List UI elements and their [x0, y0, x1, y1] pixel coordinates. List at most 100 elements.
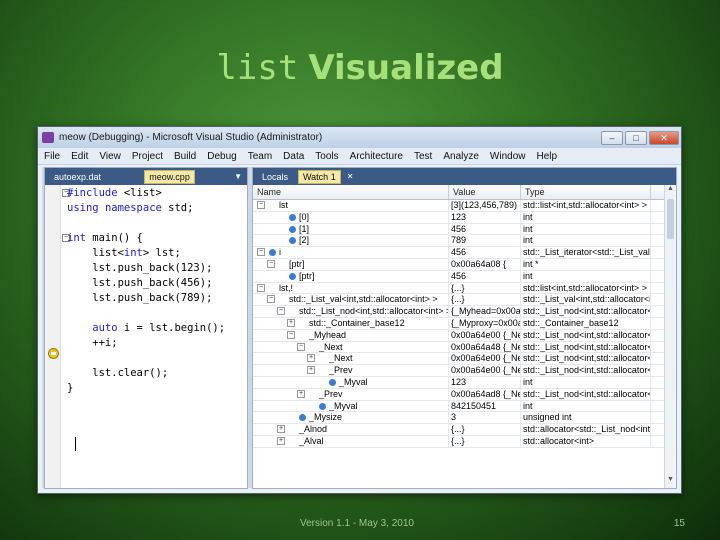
watch-name-text: _Prev [329, 365, 353, 376]
tab-autoexp[interactable]: autoexp.dat [50, 171, 105, 183]
watch-row[interactable]: _Myval 123 int [253, 376, 664, 389]
watch-cell-value[interactable]: {...} [449, 282, 521, 294]
menu-architecture[interactable]: Architecture [350, 151, 403, 162]
collapse-icon[interactable]: − [257, 201, 265, 209]
tab-meow-cpp[interactable]: meow.cpp [144, 169, 195, 184]
column-type-header[interactable]: Type [521, 185, 651, 199]
watch-row[interactable]: − std::_List_val<int,std::allocator<int> … [253, 294, 664, 307]
watch-cell-value[interactable]: [3](123,456,789) [449, 200, 521, 211]
watch-row[interactable]: + _Prev 0x00a64ad8 {_Ne std::_List_nod<int,… [253, 388, 664, 401]
watch-tab-bar: Locals Watch 1 ✕ [253, 168, 676, 185]
tab-dropdown-icon[interactable]: ▼ [234, 172, 242, 181]
menu-help[interactable]: Help [537, 151, 558, 162]
watch-row[interactable]: [1] 456 int [253, 223, 664, 236]
expand-icon[interactable]: + [307, 366, 315, 375]
watch-cell-name: _Myval [253, 400, 449, 412]
watch-row[interactable]: _Mysize 3 unsigned int [253, 412, 664, 425]
watch-row[interactable]: [2] 789 int [253, 235, 664, 248]
watch-cell-value[interactable]: 456 [449, 247, 521, 258]
watch-row[interactable]: [0] 123 int [253, 211, 664, 224]
watch-cell-type: int [521, 376, 651, 388]
menu-window[interactable]: Window [490, 151, 526, 162]
watch-cell-value[interactable]: 0x00a64e00 {_Ne [449, 353, 521, 365]
menu-build[interactable]: Build [174, 151, 196, 162]
watch-row[interactable]: − std::_List_nod<int,std::allocator<int> … [253, 306, 664, 318]
menu-team[interactable]: Team [248, 151, 272, 162]
code-line: } [67, 382, 74, 394]
watch-cell-value[interactable]: 456 [449, 223, 521, 235]
collapse-icon[interactable]: − [287, 330, 295, 339]
watch-cell-value[interactable]: 123 [449, 376, 521, 388]
watch-row[interactable]: − _Next 0x00a64a48 {_Ne std::_List_nod<int,… [253, 341, 664, 354]
menu-debug[interactable]: Debug [207, 151, 236, 162]
expand-icon[interactable]: + [307, 354, 315, 363]
minimize-button[interactable]: – [601, 130, 623, 145]
maximize-button[interactable]: □ [625, 130, 647, 145]
watch-row[interactable]: − i 456 std::_List_iterator<std::_List_val<… [253, 247, 664, 259]
menu-test[interactable]: Test [414, 151, 432, 162]
watch-row[interactable]: − lst,! {...} std::list<int,std::allocator<… [253, 282, 664, 295]
watch-cell-type: std::_List_nod<int,std::allocator<in [523, 388, 651, 400]
collapse-icon[interactable]: − [257, 248, 265, 257]
watch-cell-value[interactable]: {...} [449, 435, 521, 447]
collapse-icon[interactable]: − [257, 283, 265, 292]
watch-cell-value[interactable]: 456 [449, 270, 521, 282]
expand-icon[interactable]: + [277, 436, 285, 445]
watch-row[interactable]: + _Alval {...} std::allocator<int> [253, 435, 664, 448]
watch-scrollbar[interactable]: ▲ ▼ [664, 185, 676, 488]
watch-row[interactable]: + _Alnod {...} std::allocator<std::_List_no… [253, 424, 664, 436]
watch-cell-value[interactable]: {...} [449, 424, 521, 435]
watch-cell-value[interactable]: 0x00a64a08 { [449, 258, 521, 270]
variable-icon [289, 213, 296, 221]
watch-row[interactable]: + std::_Container_base12 {_Myproxy=0x00a6 s… [253, 317, 664, 330]
column-value-header[interactable]: Value [449, 185, 521, 199]
watch-row[interactable]: _Myval 842150451 int [253, 400, 664, 413]
collapse-icon[interactable]: − [297, 342, 305, 351]
watch-cell-value[interactable]: {_Myhead=0x00a6 [449, 306, 521, 317]
watch-cell-value[interactable]: {_Myproxy=0x00a6 [449, 317, 521, 329]
collapse-icon[interactable]: − [267, 259, 275, 268]
tab-watch-1[interactable]: Watch 1 [298, 169, 341, 184]
menu-data[interactable]: Data [283, 151, 304, 162]
menu-edit[interactable]: Edit [71, 151, 88, 162]
watch-row[interactable]: − lst [3](123,456,789) std::list<int,std::a… [253, 200, 664, 212]
collapse-icon[interactable]: − [267, 295, 275, 304]
code-editor: autoexp.dat meow.cpp ▼ − − #include <lis… [44, 167, 248, 489]
menu-tools[interactable]: Tools [315, 151, 338, 162]
scroll-up-icon[interactable]: ▲ [665, 185, 676, 197]
menu-view[interactable]: View [99, 151, 121, 162]
watch-row[interactable]: + _Next 0x00a64e00 {_Ne std::_List_nod<int,… [253, 353, 664, 366]
watch-cell-name: + _Next [253, 353, 449, 365]
menu-analyze[interactable]: Analyze [443, 151, 479, 162]
watch-name-text: i [279, 247, 281, 258]
collapse-icon[interactable]: − [277, 307, 285, 316]
menu-file[interactable]: File [44, 151, 60, 162]
menu-project[interactable]: Project [132, 151, 163, 162]
code-line: using namespace std; [67, 202, 194, 214]
code-text[interactable]: #include <list> using namespace std; int… [67, 187, 225, 397]
scroll-down-icon[interactable]: ▼ [665, 476, 676, 488]
expand-icon[interactable]: + [297, 389, 305, 398]
watch-cell-value[interactable]: 0x00a64a48 {_Ne [449, 341, 521, 353]
watch-row[interactable]: + _Prev 0x00a64e00 {_Ne std::_List_nod<int,… [253, 365, 664, 377]
watch-name-text: [ptr] [299, 270, 315, 281]
watch-row[interactable]: [ptr] 456 int [253, 270, 664, 283]
column-name-header[interactable]: Name [253, 185, 449, 199]
watch-cell-value[interactable]: 0x00a64e00 {_Ne [449, 365, 521, 376]
watch-cell-value[interactable]: 789 [449, 235, 521, 247]
close-button[interactable]: ✕ [649, 130, 679, 145]
code-line: #include <list> [67, 187, 162, 199]
close-tab-icon[interactable]: ✕ [347, 172, 354, 181]
watch-cell-value[interactable]: 842150451 [449, 400, 521, 412]
scroll-thumb[interactable] [667, 199, 674, 239]
watch-row[interactable]: − [ptr] 0x00a64a08 {int * [253, 258, 664, 271]
watch-cell-value[interactable]: 0x00a64ad8 {_Ne [449, 388, 521, 400]
watch-cell-value[interactable]: 123 [449, 211, 521, 223]
tab-locals[interactable]: Locals [258, 171, 292, 183]
watch-cell-value[interactable]: {...} [449, 294, 521, 306]
watch-cell-value[interactable]: 0x00a64e00 {_Ne [449, 329, 521, 341]
expand-icon[interactable]: + [287, 318, 295, 327]
expand-icon[interactable]: + [277, 425, 285, 434]
watch-row[interactable]: − _Myhead 0x00a64e00 {_Ne std::_List_nod<in… [253, 329, 664, 342]
watch-cell-value[interactable]: 3 [449, 412, 521, 424]
